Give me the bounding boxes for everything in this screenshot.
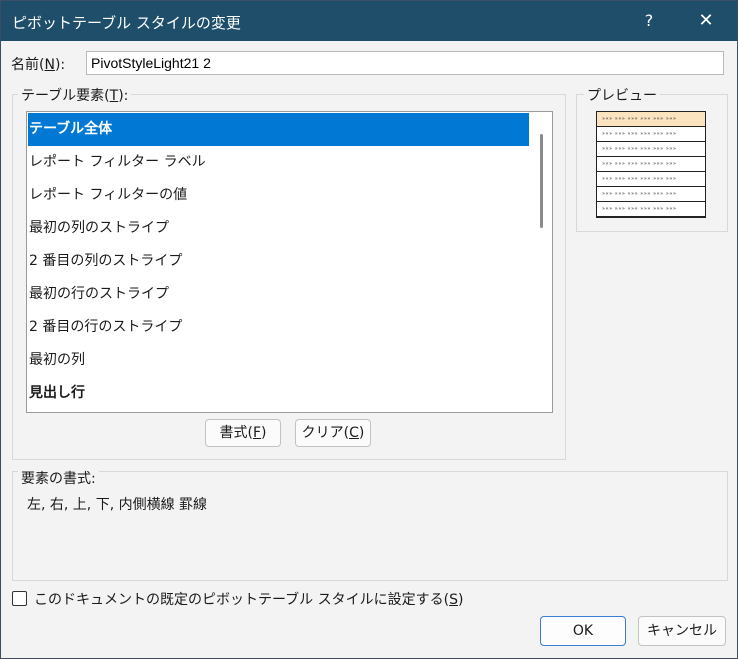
table-elements-list[interactable]: テーブル全体 レポート フィルター ラベル レポート フィルターの値 最初の列のストラ… xyxy=(26,111,553,413)
close-button[interactable]: ✕ xyxy=(688,6,724,36)
default-style-checkbox[interactable] xyxy=(12,591,27,606)
help-button[interactable]: ? xyxy=(631,6,667,36)
list-item[interactable]: 見出し行 xyxy=(28,377,529,410)
preview-cell-marker: »»» »»» »»» »»» »»» »»» xyxy=(602,116,677,122)
clear-button[interactable]: クリア(C) xyxy=(295,419,371,447)
scrollbar-thumb[interactable] xyxy=(540,134,543,228)
title-bar: ピボットテーブル スタイルの変更 ? ✕ xyxy=(1,1,737,41)
ok-button[interactable]: OK xyxy=(540,616,626,646)
list-item[interactable]: レポート フィルター ラベル xyxy=(28,146,529,179)
list-item[interactable]: 最初の行のストライプ xyxy=(28,278,529,311)
preview-row: »»» »»» »»» »»» »»» »»» xyxy=(597,202,705,217)
element-format-label: 要素の書式: xyxy=(18,468,99,488)
close-icon: ✕ xyxy=(698,10,714,31)
format-button[interactable]: 書式(F) xyxy=(205,419,281,447)
preview-row: »»» »»» »»» »»» »»» »»» xyxy=(597,112,705,127)
list-item[interactable]: 2 番目の行のストライプ xyxy=(28,311,529,344)
list-item[interactable]: 2 番目の列のストライプ xyxy=(28,245,529,278)
preview-row: »»» »»» »»» »»» »»» »»» xyxy=(597,172,705,187)
cancel-button[interactable]: キャンセル xyxy=(638,616,726,646)
preview-cell-marker: »»» »»» »»» »»» »»» »»» xyxy=(602,206,677,212)
name-input[interactable] xyxy=(86,51,724,75)
list-item[interactable]: テーブル全体 xyxy=(28,113,529,146)
preview-row: »»» »»» »»» »»» »»» »»» xyxy=(597,157,705,172)
element-format-value: 左, 右, 上, 下, 内側横線 罫線 xyxy=(27,497,208,513)
list-scrollbar[interactable] xyxy=(532,112,552,412)
preview-cell-marker: »»» »»» »»» »»» »»» »»» xyxy=(602,161,677,167)
default-style-label[interactable]: このドキュメントの既定のピボットテーブル スタイルに設定する(S) xyxy=(34,589,463,609)
preview-row: »»» »»» »»» »»» »»» »»» xyxy=(597,142,705,157)
preview-cell-marker: »»» »»» »»» »»» »»» »»» xyxy=(602,146,677,152)
preview-cell-marker: »»» »»» »»» »»» »»» »»» xyxy=(602,131,677,137)
element-format-group: 要素の書式: xyxy=(12,468,728,581)
dialog-title: ピボットテーブル スタイルの変更 xyxy=(12,14,241,32)
list-item[interactable]: レポート フィルターの値 xyxy=(28,179,529,212)
name-label: 名前(N): xyxy=(11,57,66,73)
preview-label: プレビュー xyxy=(584,85,660,105)
list-item[interactable]: 最初の列 xyxy=(28,344,529,377)
table-elements-label: テーブル要素(T): xyxy=(18,85,132,105)
list-item[interactable]: 最初の列のストライプ xyxy=(28,212,529,245)
preview-row: »»» »»» »»» »»» »»» »»» xyxy=(597,187,705,202)
preview-cell-marker: »»» »»» »»» »»» »»» »»» xyxy=(602,176,677,182)
preview-cell-marker: »»» »»» »»» »»» »»» »»» xyxy=(602,191,677,197)
preview-row: »»» »»» »»» »»» »»» »»» xyxy=(597,127,705,142)
preview-grid: »»» »»» »»» »»» »»» »»» »»» »»» »»» »»» »… xyxy=(596,111,706,218)
